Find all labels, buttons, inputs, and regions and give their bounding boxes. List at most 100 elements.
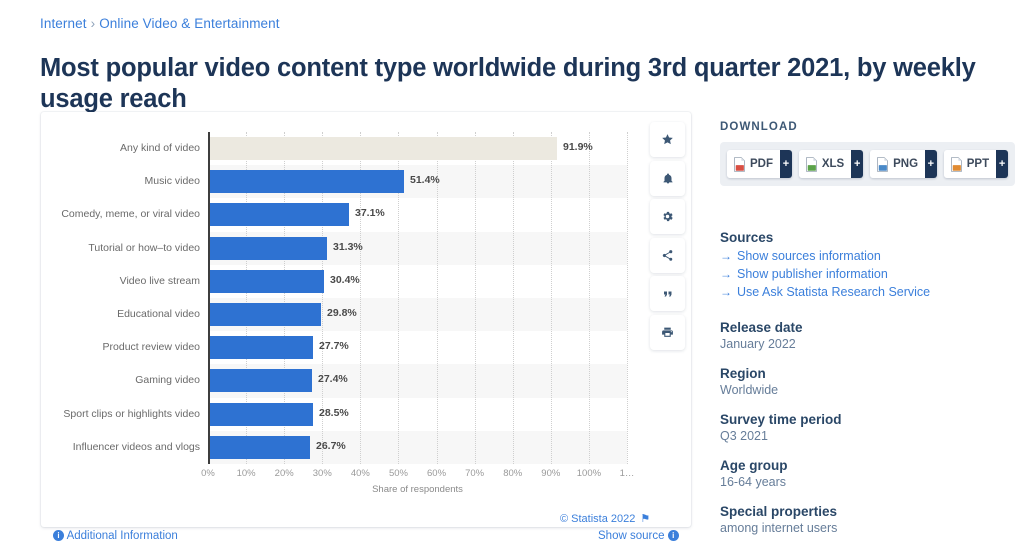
chart-y-axis-line xyxy=(208,132,210,464)
settings-gear-button[interactable] xyxy=(650,199,685,234)
show-source-link[interactable]: Show source i xyxy=(598,530,679,542)
meta-heading: Survey time period xyxy=(720,412,842,427)
citation-quote-button[interactable] xyxy=(650,276,685,311)
download-options-plus[interactable]: + xyxy=(780,150,792,178)
download-button-png[interactable]: PNG + xyxy=(870,150,937,178)
chart-x-axis-ticks: 0% 10% 20% 30% 40% 50% 60% 70% 80% 90% 100% 1… xyxy=(201,468,648,482)
meta-section-age-group: Age group 16-64 years xyxy=(720,458,788,489)
show-source-label: Show source xyxy=(598,530,665,542)
download-button-label: PDF xyxy=(750,158,773,170)
download-button-label: XLS xyxy=(821,158,845,170)
chart-card: 91.9% 51.4% 37.1% 31.3% 30.4% 29.8% 27.7% 27.4%… xyxy=(41,112,691,527)
chart-x-tick-label: 70% xyxy=(465,468,485,479)
info-icon: i xyxy=(667,530,679,541)
breadcrumb-item-internet[interactable]: Internet xyxy=(40,16,87,31)
sources-heading: Sources xyxy=(720,230,774,245)
chart-gridline xyxy=(550,132,552,464)
chart-bar[interactable] xyxy=(208,269,324,293)
breadcrumb: Internet › Online Video & Entertainment xyxy=(40,16,280,31)
chart-x-tick-label: 60% xyxy=(427,468,447,479)
copyright-text: © Statista 2022 xyxy=(560,513,636,525)
download-section-title: DOWNLOAD xyxy=(720,121,798,133)
download-options-plus[interactable]: + xyxy=(851,150,864,178)
notification-bell-button[interactable] xyxy=(650,160,685,196)
meta-section-special-properties: Special properties among internet users xyxy=(720,504,837,535)
chart-x-axis-title: Share of respondents xyxy=(372,484,463,495)
chart-bar[interactable] xyxy=(208,435,310,459)
chart-bar-value-label: 29.8% xyxy=(327,307,357,319)
download-button-main[interactable]: PPT xyxy=(943,150,997,178)
arrow-right-icon: → xyxy=(720,249,732,263)
bell-icon xyxy=(662,172,674,185)
chart-category-label: Sport clips or highlights video xyxy=(63,407,200,420)
chart-bar-value-label: 51.4% xyxy=(410,174,440,187)
ppt-file-icon xyxy=(950,156,963,172)
download-button-main[interactable]: PDF xyxy=(727,150,780,178)
flag-icon[interactable]: ⚑ xyxy=(640,512,650,525)
chart-gridline xyxy=(627,132,628,464)
chart-x-tick-label: 30% xyxy=(312,468,332,479)
pdf-file-icon xyxy=(733,156,746,172)
favorite-star-button[interactable] xyxy=(650,122,685,157)
sources-link-label: Use Ask Statista Research Service xyxy=(737,285,931,299)
chart-category-label: Influencer videos and vlogs xyxy=(72,440,200,453)
meta-section-release-date: Release date January 2022 xyxy=(720,320,803,351)
quote-icon xyxy=(661,288,674,300)
chart-plot-area: 91.9% 51.4% 37.1% 31.3% 30.4% 29.8% 27.7% 27.4%… xyxy=(208,132,628,464)
statista-chart-page: Internet › Online Video & Entertainment Mo… xyxy=(0,0,1024,548)
copyright-notice: © Statista 2022 ⚑ xyxy=(560,512,650,525)
meta-section-region: Region Worldwide xyxy=(720,366,778,397)
chart-bar-value-label: 91.9% xyxy=(563,141,593,153)
chart-x-tick-label: 90% xyxy=(541,468,561,479)
download-options-plus[interactable]: + xyxy=(996,150,1009,178)
share-button[interactable] xyxy=(650,237,685,273)
download-button-main[interactable]: PNG xyxy=(870,150,926,178)
chart-bar-value-label: 26.7% xyxy=(316,439,346,452)
breadcrumb-item-online-video[interactable]: Online Video & Entertainment xyxy=(99,16,279,31)
meta-value: among internet users xyxy=(720,521,838,535)
chart-category-label: Any kind of video xyxy=(120,142,200,154)
chart-category-label: Tutorial or how–to video xyxy=(88,241,200,254)
additional-information-label: Additional Information xyxy=(66,530,178,542)
meta-value: January 2022 xyxy=(720,337,796,351)
meta-heading: Age group xyxy=(720,458,788,473)
sources-link-1[interactable]: → Show sources information xyxy=(720,247,930,265)
chart-bar[interactable] xyxy=(208,236,327,260)
download-button-ppt[interactable]: PPT + xyxy=(943,150,1009,178)
meta-value: 16-64 years xyxy=(720,475,787,489)
arrow-right-icon: → xyxy=(720,285,732,299)
sources-link-2[interactable]: → Show publisher information xyxy=(720,265,930,283)
download-button-main[interactable]: XLS xyxy=(798,150,852,178)
chart-bar-value-label: 27.7% xyxy=(319,340,349,353)
chart-bar[interactable] xyxy=(208,402,313,426)
chart-bar-value-label: 31.3% xyxy=(333,240,363,253)
page-title: Most popular video content type worldwid… xyxy=(40,54,976,114)
chart-bar[interactable] xyxy=(208,137,557,160)
meta-heading: Release date xyxy=(720,320,803,335)
chart-bar-value-label: 28.5% xyxy=(319,406,349,419)
star-icon xyxy=(661,133,674,146)
arrow-right-icon: → xyxy=(720,267,732,281)
chart-gridline xyxy=(588,132,590,464)
print-button[interactable] xyxy=(650,314,685,350)
download-button-xls[interactable]: XLS + xyxy=(798,150,864,178)
chart-category-label: Comedy, meme, or viral video xyxy=(61,208,200,221)
chart-x-tick-label: 40% xyxy=(350,468,370,479)
meta-heading: Special properties xyxy=(720,504,838,519)
additional-information-link[interactable]: i Additional Information xyxy=(53,530,178,542)
chart-bar-value-label: 27.4% xyxy=(318,373,348,386)
chart-x-tick-label: 0% xyxy=(201,468,215,479)
sources-section: Sources → Show sources information → Show pu… xyxy=(720,230,930,301)
sidebar: DOWNLOAD PDF + XLS + PNG + PPT + Sources → Show s… xyxy=(706,112,1024,548)
chart-bar[interactable] xyxy=(208,369,312,393)
chart-bar[interactable] xyxy=(208,303,321,326)
chart-bar[interactable] xyxy=(208,170,404,194)
sources-link-3[interactable]: → Use Ask Statista Research Service xyxy=(720,283,930,301)
chart-x-tick-label: 100% xyxy=(576,468,602,479)
chart-bar[interactable] xyxy=(208,203,349,227)
download-button-pdf[interactable]: PDF + xyxy=(727,150,792,178)
chart-category-label: Video live stream xyxy=(119,274,200,287)
download-options-plus[interactable]: + xyxy=(925,150,937,178)
chart-bar[interactable] xyxy=(208,336,313,360)
meta-heading: Region xyxy=(720,366,766,381)
